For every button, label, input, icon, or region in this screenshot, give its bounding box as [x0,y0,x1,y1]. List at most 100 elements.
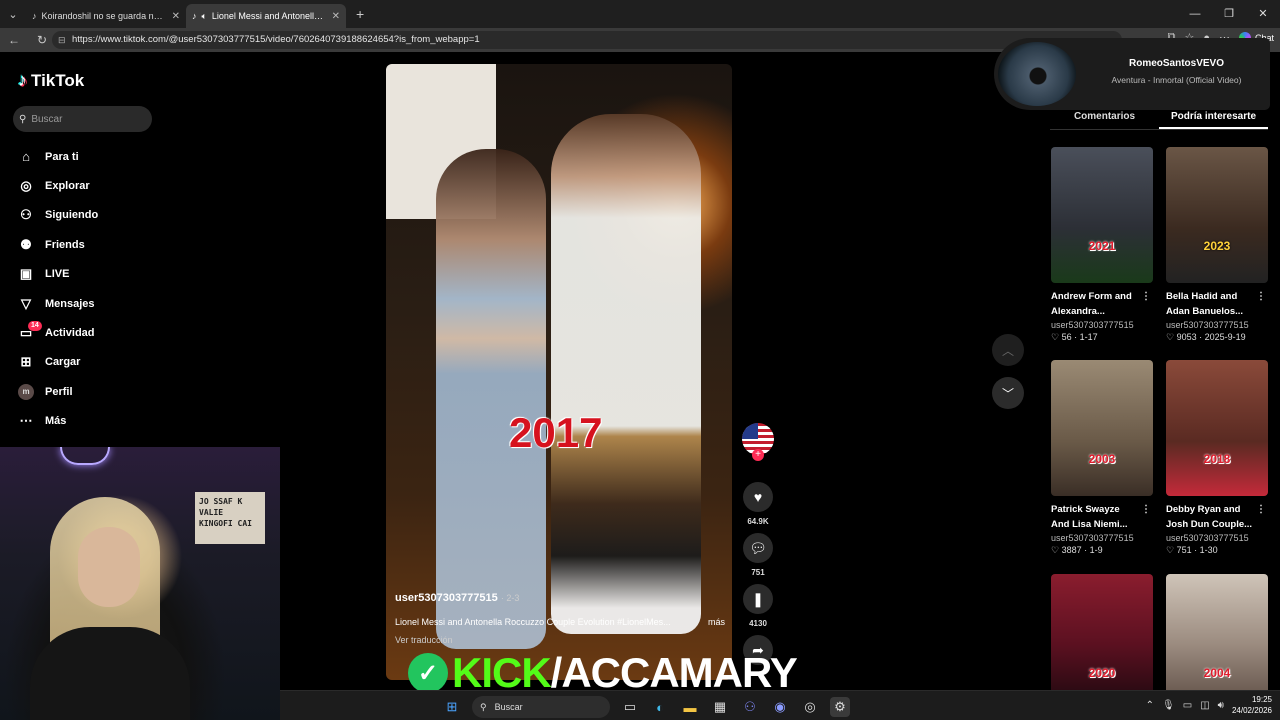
sidebar-item-live[interactable]: ▣ LIVE [18,260,158,289]
sidebar-item-perfil[interactable]: m Perfil [18,377,158,406]
taskbar-search[interactable]: ⚲ Buscar [472,696,610,718]
card-thumbnail: 2004 [1166,574,1268,694]
microphone-icon[interactable]: 🎙︎ [1162,700,1175,711]
tiktok-sidebar: ♪ TikTok ⚲ ⌂ Para ti ◎ Explorar ⚇ Siguie… [0,52,162,452]
store-icon[interactable]: ▦ [710,697,730,717]
screen: ⌄ ♪ Koirandoshil no se guarda nada. H ✕ … [0,0,1280,720]
window-controls: — ❐ ✕ [1178,0,1280,28]
music-player-popup[interactable]: RomeoSantosVEVO Aventura - Inmortal (Off… [994,38,1270,110]
tab-title: Koirandoshil no se guarda nada. H [41,11,167,21]
monitor-icon[interactable]: ▭ [1183,700,1192,711]
edge-icon[interactable]: ◐ [650,697,670,717]
tab-comentarios[interactable]: Comentarios [1050,108,1159,129]
streamer-body [30,627,190,720]
file-explorer-icon[interactable]: ▬ [680,697,700,717]
browser-tab-2[interactable]: ♪ 🔈︎ Lionel Messi and Antonella Ro ✕ [186,4,346,28]
sidebar-item-friends[interactable]: ⚉ Friends [18,230,158,259]
card-title: Bella Hadid and Adan Banuelos... ⋮ [1166,289,1266,317]
card-more-icon[interactable]: ⋮ [1141,289,1151,304]
card-user: user5307303777515 [1051,533,1134,543]
comment-count: 751 [751,568,765,577]
sidebar-item-para-ti[interactable]: ⌂ Para ti [18,142,158,171]
chrome-icon[interactable]: ◎ [800,697,820,717]
card-more-icon[interactable]: ⋮ [1256,502,1266,517]
card-stats: ♡ 9053 · 2025-9-19 [1166,332,1246,342]
next-video-button[interactable]: ﹀ [992,377,1024,409]
author-avatar[interactable]: + [741,423,775,478]
friends-icon: ⚉ [20,236,32,252]
notification-badge: 14 [28,321,42,332]
tab-actions-menu-icon[interactable]: ⌄ [0,0,26,28]
settings-icon[interactable]: ⚙ [830,697,850,717]
browser-tab-1[interactable]: ♪ Koirandoshil no se guarda nada. H ✕ [26,4,186,28]
address-bar[interactable]: ⊟ https://www.tiktok.com/@user5307303777… [52,31,1122,49]
card-thumbnail: 2023 [1166,147,1268,283]
music-song: Aventura - Inmortal (Official Video) [1111,75,1242,85]
like-count: 64.9K [747,517,769,526]
clock[interactable]: 19:25 24/02/2026 [1232,694,1272,716]
card-stats: ♡ 751 · 1-30 [1166,545,1218,555]
right-panel-tabs: Comentarios Podría interesarte [1050,108,1268,130]
search-icon: ⚲ [480,701,487,712]
minimize-icon[interactable]: — [1178,0,1212,28]
discord-icon[interactable]: ◉ [770,697,790,717]
card-thumbnail: 2021 [1051,147,1153,283]
volume-icon[interactable]: 🔊︎ [1218,700,1224,711]
maximize-icon[interactable]: ❐ [1212,0,1246,28]
close-tab-icon[interactable]: ✕ [172,11,180,22]
sidebar-item-cargar[interactable]: ⊞ Cargar [18,348,158,377]
comment-button[interactable]: 💬︎ 751 [741,533,775,580]
video-card[interactable]: 2023 Bella Hadid and Adan Banuelos... ⋮ … [1166,147,1268,343]
speaker-icon[interactable]: 🔈︎ [202,11,207,22]
sidebar-item-explorar[interactable]: ◎ Explorar [18,171,158,200]
sidebar-item-actividad[interactable]: ▭ 14 Actividad [18,318,158,347]
close-window-icon[interactable]: ✕ [1246,0,1280,28]
task-view-icon[interactable]: ▭ [620,697,640,717]
tab-podria-interesarte[interactable]: Podría interesarte [1159,108,1268,129]
video-card[interactable]: 2003 Patrick Swayze And Lisa Niemi... ⋮ … [1051,360,1153,556]
user-follow-icon: ⚇ [20,207,32,223]
video-card[interactable]: 2018 Debby Ryan and Josh Dun Couple... ⋮… [1166,360,1268,556]
card-more-icon[interactable]: ⋮ [1141,502,1151,517]
teams-icon[interactable]: ⚇ [740,697,760,717]
back-icon[interactable]: ← [0,33,28,47]
card-more-icon[interactable]: ⋮ [1256,289,1266,304]
send-icon: ▽ [21,295,31,311]
sidebar-item-mensajes[interactable]: ▽ Mensajes [18,289,158,318]
close-tab-icon[interactable]: ✕ [332,11,340,22]
follow-plus-icon[interactable]: + [752,449,764,461]
tiktok-note-icon: ♪ [18,70,27,90]
card-thumbnail: 2020 [1051,574,1153,694]
video-card[interactable]: 2004 [1166,574,1268,694]
more-link[interactable]: más [708,617,725,627]
video-card[interactable]: 2020 [1051,574,1153,694]
like-button[interactable]: ♥ 64.9K [741,482,775,529]
tiktok-favicon-icon: ♪ [32,11,37,21]
year-overlay: 2017 [509,409,603,456]
chevron-up-icon: ︿ [1001,343,1014,358]
search-box[interactable]: ⚲ [13,106,152,132]
translate-link[interactable]: Ver traducción [395,635,725,645]
previous-video-button[interactable]: ︿ [992,334,1024,366]
windows-start-icon[interactable]: ⊞ [442,697,462,717]
url-text: https://www.tiktok.com/@user530730377751… [72,34,480,45]
video-actions: + ♥ 64.9K 💬︎ 751 ❚ 4130 ➦ [741,423,775,669]
video-card[interactable]: 2021 Andrew Form and Alexandra... ⋮ user… [1051,147,1153,343]
tiktok-logo[interactable]: ♪ TikTok [18,70,84,91]
avatar-icon: m [18,383,34,400]
card-stats: ♡ 3887 · 1-9 [1051,545,1103,555]
save-button[interactable]: ❚ 4130 [741,584,775,631]
site-info-icon[interactable]: ⊟ [58,31,66,49]
more-icon: ⋯ [19,413,33,429]
new-tab-icon[interactable]: + [356,6,364,22]
chevron-up-icon[interactable]: ⌃ [1146,700,1154,711]
video-person-left [436,149,546,649]
sidebar-item-siguiendo[interactable]: ⚇ Siguiendo [18,201,158,230]
upload-icon: ⊞ [20,354,32,370]
search-input[interactable] [31,113,142,125]
video-author[interactable]: user5307303777515 · 2-3 [395,592,725,604]
tab-title: Lionel Messi and Antonella Ro [211,11,327,21]
network-icon[interactable]: ◫ [1200,700,1209,711]
video-player[interactable]: 2017 user5307303777515 · 2-3 Lionel Mess… [386,64,732,680]
sidebar-item-mas[interactable]: ⋯ Más [18,407,158,436]
